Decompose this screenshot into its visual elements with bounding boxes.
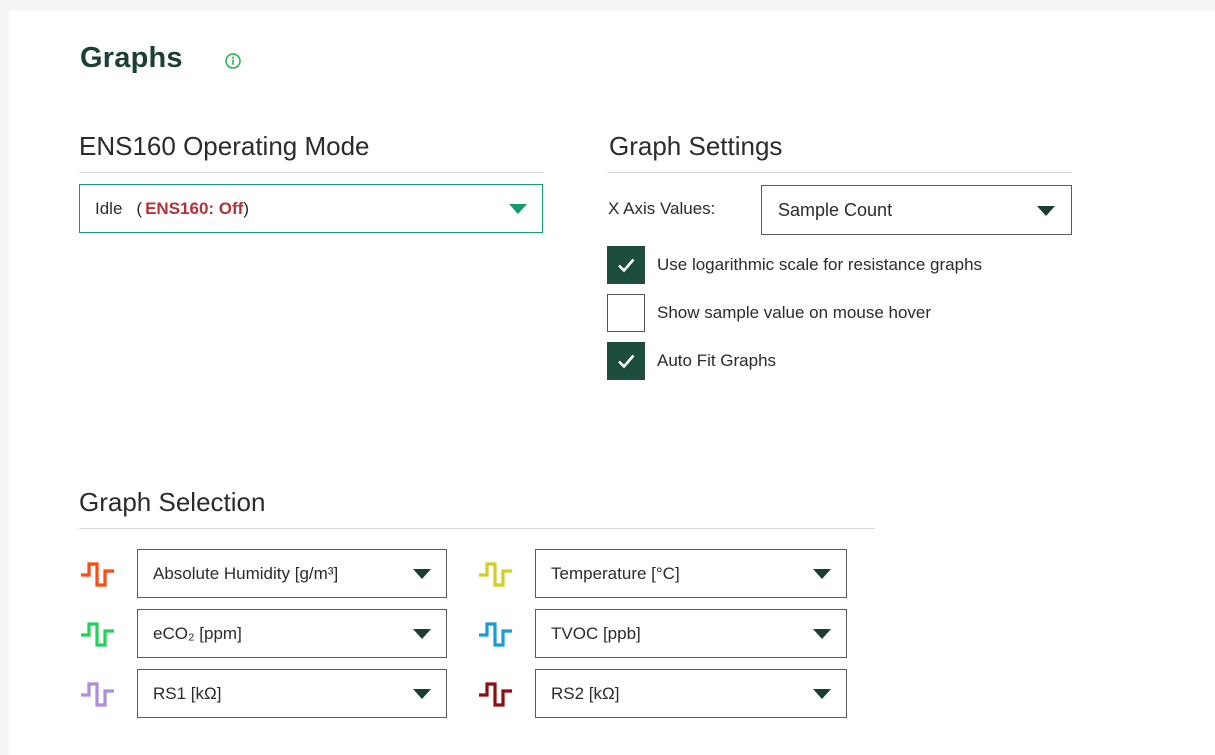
sensor-status: ENS160: Off [145, 198, 244, 218]
graph-settings-divider [607, 172, 1072, 173]
chevron-down-icon [413, 629, 431, 639]
status-paren-close: ) [243, 198, 250, 218]
graph-select-5[interactable]: RS1 [kΩ] [137, 669, 447, 718]
graph-select-value: RS2 [kΩ] [551, 683, 620, 703]
graph-select-1[interactable]: Absolute Humidity [g/m³] [137, 549, 447, 598]
log-scale-label: Use logarithmic scale for resistance gra… [657, 255, 983, 274]
graph-select-2[interactable]: Temperature [°C] [535, 549, 847, 598]
checkmark-icon [618, 354, 635, 369]
graph-select-value: eCO₂ [ppm] [153, 623, 242, 643]
graph-select-value: TVOC [ppb] [551, 623, 641, 643]
chevron-down-icon [813, 629, 831, 639]
chevron-down-icon [413, 689, 431, 699]
x-axis-label: X Axis Values: [608, 199, 716, 218]
graph-slot-2: Temperature [°C] [477, 549, 847, 598]
graph-select-4[interactable]: TVOC [ppb] [535, 609, 847, 658]
graph-slot-5: RS1 [kΩ] [79, 669, 447, 718]
chevron-down-icon [413, 569, 431, 579]
graph-selection-heading: Graph Selection [79, 487, 266, 517]
waveform-icon [479, 621, 512, 647]
graph-slot-1: Absolute Humidity [g/m³] [79, 549, 447, 598]
operating-mode-divider [79, 172, 544, 173]
graph-slot-6: RS2 [kΩ] [477, 669, 847, 718]
operating-mode-heading: ENS160 Operating Mode [79, 131, 370, 161]
graph-select-value: Temperature [°C] [551, 563, 680, 583]
checkmark-icon [618, 258, 635, 273]
graph-select-value: Absolute Humidity [g/m³] [153, 563, 339, 583]
waveform-icon [81, 561, 114, 587]
graph-slot-3: eCO₂ [ppm] [79, 609, 447, 658]
info-icon[interactable] [225, 53, 241, 69]
operating-mode-select[interactable]: Idle ( ENS160: Off ) [79, 184, 543, 233]
auto-fit-label: Auto Fit Graphs [657, 351, 777, 370]
chevron-down-icon [813, 689, 831, 699]
x-axis-select[interactable]: Sample Count [761, 185, 1072, 235]
graph-select-6[interactable]: RS2 [kΩ] [535, 669, 847, 718]
status-paren-open: ( [136, 198, 143, 218]
hover-value-label: Show sample value on mouse hover [657, 303, 932, 322]
graph-selection-divider [79, 528, 875, 529]
chevron-down-icon [813, 569, 831, 579]
hover-value-option[interactable]: Show sample value on mouse hover [607, 293, 931, 333]
graph-select-value: RS1 [kΩ] [153, 683, 222, 703]
waveform-icon [81, 621, 114, 647]
auto-fit-checkbox[interactable] [607, 342, 645, 380]
page-title: Graphs [80, 42, 183, 74]
graph-settings-heading: Graph Settings [609, 131, 783, 161]
waveform-icon [81, 681, 114, 707]
log-scale-checkbox[interactable] [607, 246, 645, 284]
graph-select-3[interactable]: eCO₂ [ppm] [137, 609, 447, 658]
log-scale-option[interactable]: Use logarithmic scale for resistance gra… [607, 245, 982, 285]
hover-value-checkbox[interactable] [607, 294, 645, 332]
waveform-icon [479, 681, 512, 707]
waveform-icon [479, 561, 512, 587]
operating-mode-value: Idle [95, 198, 123, 218]
graph-slot-4: TVOC [ppb] [477, 609, 847, 658]
auto-fit-option[interactable]: Auto Fit Graphs [607, 341, 776, 381]
x-axis-value: Sample Count [778, 199, 893, 220]
chevron-down-icon [509, 204, 527, 214]
chevron-down-icon [1037, 206, 1055, 216]
